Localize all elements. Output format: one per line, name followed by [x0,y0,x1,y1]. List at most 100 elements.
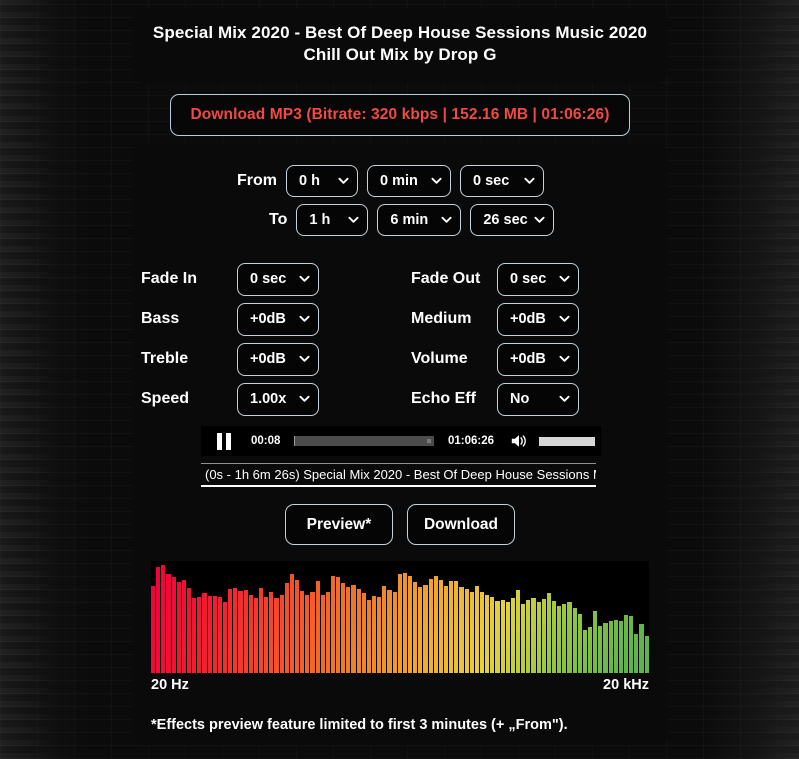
volume-effect-row: Volume +0dB [411,342,579,376]
spectrum-bar [526,600,531,673]
bass-select[interactable]: +0dB [237,302,319,336]
spectrum-axis: 20 Hz 20 kHz [151,677,649,693]
chevron-down-icon [299,313,310,324]
fade-out-select[interactable]: 0 sec [497,262,579,296]
output-filename-input[interactable]: (0s - 1h 6m 26s) Special Mix 2020 - Best… [201,463,596,487]
spectrum-bar [459,586,464,673]
spectrum-bar [608,621,613,673]
page-title: Special Mix 2020 - Best Of Deep House Se… [152,23,648,65]
spectrum-bar [181,580,186,673]
spectrum-bar [305,594,310,673]
volume-effect-label: Volume [411,350,468,367]
spectrum-bar [428,578,433,673]
fade-in-select[interactable]: 0 sec [237,262,319,296]
spectrum-bar [233,587,238,673]
spectrum-bar [356,589,361,673]
header-panel: Special Mix 2020 - Best Of Deep House Se… [133,8,667,83]
fade-in-label: Fade In [141,270,198,287]
main-panel: From 0 h 0 min 0 sec To 1 h 6 min 26 sec… [133,143,667,745]
spectrum-bar [289,574,294,673]
to-hours-select[interactable]: 1 h [296,204,369,236]
from-minutes-select[interactable]: 0 min [367,165,451,197]
spectrum-bar [166,574,171,673]
spectrum-bar [551,601,557,673]
bass-row: Bass +0dB [141,302,319,336]
to-minutes-select[interactable]: 6 min [377,204,462,236]
progress-scrubber[interactable] [294,436,434,446]
pause-icon[interactable] [211,430,237,452]
spectrum-bar [248,594,253,673]
spectrum-bar [521,603,526,673]
spectrum-bar [320,594,325,673]
spectrum-bar [197,596,202,673]
spectrum-bar [557,605,562,673]
download-mp3-label: Download MP3 (Bitrate: 320 kbps | 152.16… [190,106,610,123]
spectrum-bar [228,589,233,673]
fade-out-row: Fade Out 0 sec [411,262,579,296]
spectrum-bar [623,614,629,673]
to-hours-value: 1 h [309,212,331,228]
spectrum-bar [413,582,418,673]
progress-knob[interactable] [426,439,431,443]
spectrum-bar [294,580,300,673]
spectrum-axis-min-label: 20 Hz [151,677,189,693]
spectrum-bar [629,615,634,673]
from-hours-select[interactable]: 0 h [286,165,358,197]
spectrum-bar [639,623,644,673]
spectrum-bar [618,621,623,673]
spectrum-bar [387,590,392,673]
spectrum-bar [474,585,479,673]
content-column: Special Mix 2020 - Best Of Deep House Se… [133,0,667,759]
echo-effect-select[interactable]: No [497,382,579,416]
to-seconds-select[interactable]: 26 sec [470,204,555,236]
treble-select[interactable]: +0dB [237,342,319,376]
spectrum-bar [284,583,289,673]
chevron-down-icon [441,214,452,225]
spectrum-analyzer [151,561,649,673]
medium-select[interactable]: +0dB [497,302,579,336]
download-button[interactable]: Download [406,504,516,545]
speaker-icon[interactable] [508,431,530,451]
bass-label: Bass [141,310,180,327]
spectrum-bar [192,597,197,673]
chevron-down-icon [559,273,570,284]
spectrum-bar [392,592,397,673]
from-seconds-select[interactable]: 0 sec [460,165,544,197]
volume-effect-value: +0dB [510,351,546,367]
spectrum-bar [377,596,382,673]
spectrum-bar [531,597,536,673]
spectrum-bar [408,575,413,673]
spectrum-bar [253,597,258,673]
preview-button[interactable]: Preview* [284,504,393,545]
volume-effect-select[interactable]: +0dB [497,342,579,376]
volume-slider[interactable] [539,436,595,446]
action-buttons: Preview* Download [133,504,667,545]
chevron-down-icon [559,353,570,364]
spectrum-bar [176,582,181,673]
spectrum-bar [582,630,587,673]
spectrum-bar [330,575,336,673]
spectrum-bar [613,620,618,673]
spectrum-bar [156,566,161,673]
chevron-down-icon [348,214,359,225]
pause-bar-right [226,432,231,450]
spectrum-bar [449,581,454,673]
chevron-down-icon [559,313,570,324]
spectrum-bar [598,625,603,673]
from-seconds-value: 0 sec [473,173,510,189]
spectrum-bar [258,587,264,673]
chevron-down-icon [524,175,535,186]
chevron-down-icon [559,393,570,404]
chevron-down-icon [534,214,545,225]
audio-player: 00:08 01:06:26 [201,426,601,456]
download-mp3-link[interactable]: Download MP3 (Bitrate: 320 kbps | 152.16… [170,94,630,136]
spectrum-bar [577,613,582,673]
spectrum-bar [402,573,408,673]
spectrum-bar [279,594,284,673]
spectrum-bar [485,594,490,673]
fade-in-row: Fade In 0 sec [141,262,319,296]
echo-effect-row: Echo Eff No [411,382,579,416]
speed-select[interactable]: 1.00x [237,382,319,416]
spectrum-bar [634,633,639,673]
spectrum-bar [418,586,423,673]
